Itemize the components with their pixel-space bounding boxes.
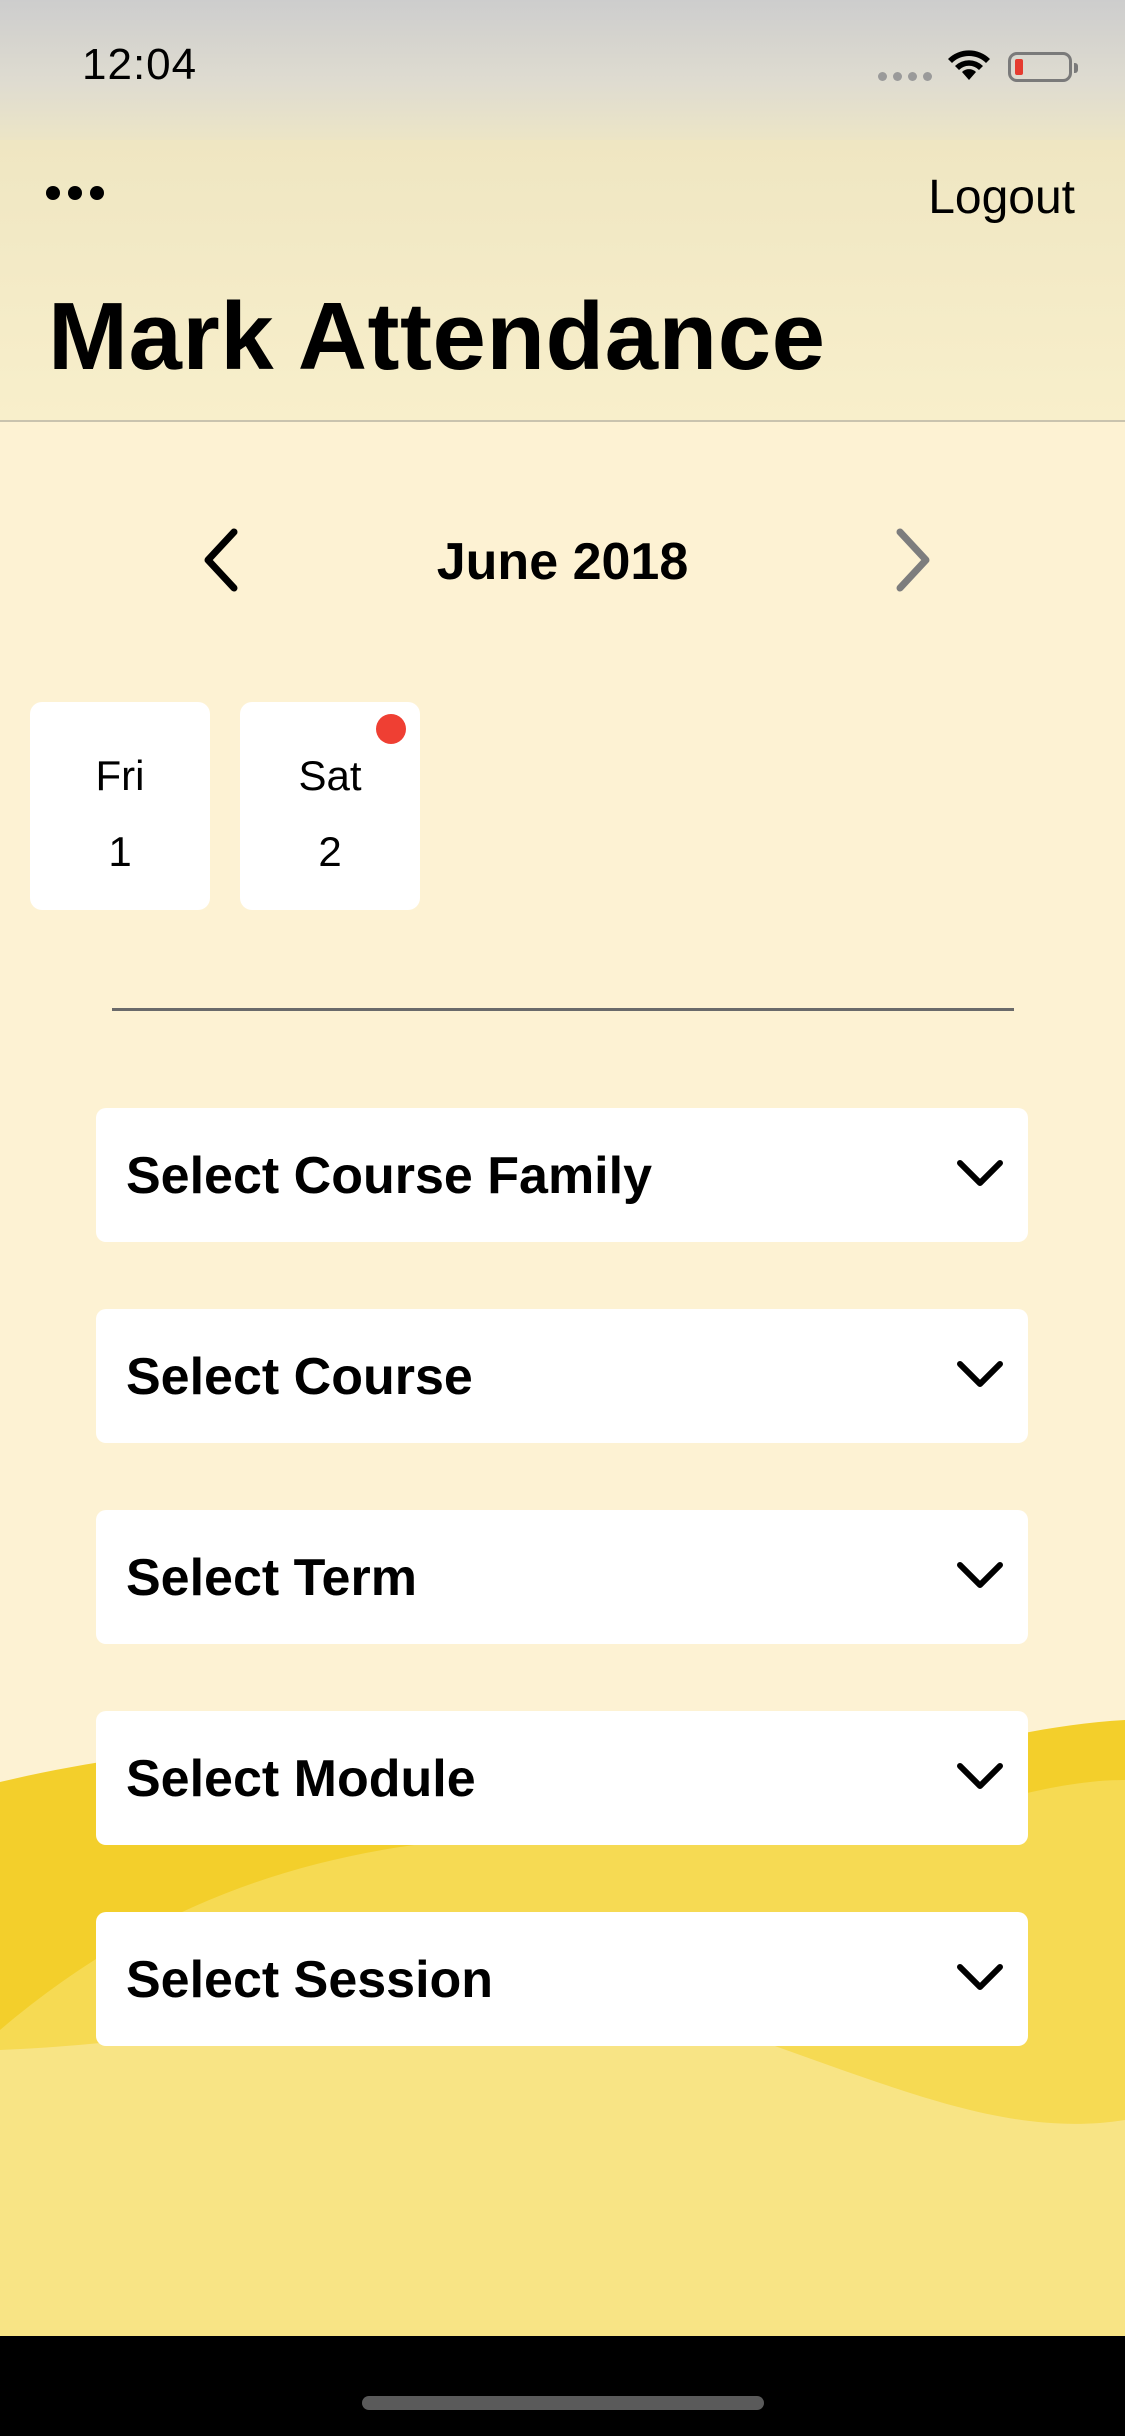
chevron-down-icon (950, 1345, 1010, 1405)
day-of-week: Fri (95, 752, 145, 799)
select-term[interactable]: Select Term (96, 1510, 1028, 1644)
divider (112, 1008, 1014, 1011)
select-session[interactable]: Select Session (96, 1912, 1028, 2046)
select-label: Select Session (126, 1951, 494, 2009)
chevron-down-icon (950, 1144, 1010, 1204)
home-indicator-area (0, 2336, 1125, 2436)
day-number: 1 (108, 828, 132, 875)
status-bar: 12:04 (0, 0, 1125, 140)
day-card-fri-1[interactable]: Fri 1 (30, 702, 210, 910)
select-label: Select Course (126, 1348, 473, 1406)
battery-icon (1008, 52, 1078, 82)
status-time: 12:04 (82, 40, 198, 89)
logout-button[interactable]: Logout (928, 170, 1075, 225)
cellular-signal-icon (878, 72, 932, 81)
notification-badge (376, 714, 406, 744)
more-icon[interactable] (46, 186, 104, 200)
select-label: Select Term (126, 1549, 417, 1607)
month-label: June 2018 (436, 533, 689, 591)
chevron-right-icon (896, 528, 930, 592)
day-card-sat-2[interactable]: Sat 2 (240, 702, 420, 910)
day-number: 2 (318, 828, 342, 875)
select-label: Select Module (126, 1750, 476, 1808)
day-of-week: Sat (298, 752, 362, 799)
wifi-icon (948, 50, 990, 80)
home-indicator[interactable] (362, 2396, 764, 2410)
month-navigation: June 2018 (0, 500, 1125, 620)
chevron-down-icon (950, 1948, 1010, 2008)
select-module[interactable]: Select Module (96, 1711, 1028, 1845)
select-label: Select Course Family (126, 1147, 652, 1205)
select-course[interactable]: Select Course (96, 1309, 1028, 1443)
select-course-family[interactable]: Select Course Family (96, 1108, 1028, 1242)
chevron-down-icon (950, 1546, 1010, 1606)
next-month-button[interactable] (874, 520, 954, 600)
page-title: Mark Attendance (48, 283, 826, 390)
chevron-down-icon (950, 1747, 1010, 1807)
